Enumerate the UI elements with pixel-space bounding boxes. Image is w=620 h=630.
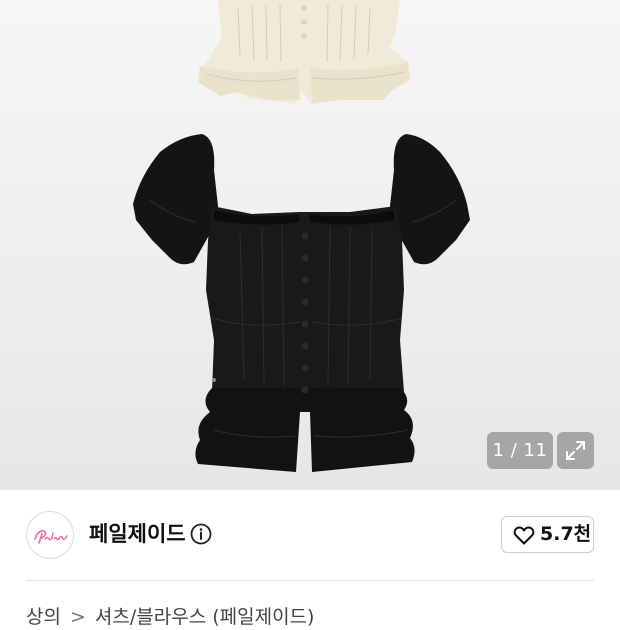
paljade-logo-icon: [34, 530, 68, 544]
image-page-counter: 1 / 11: [487, 432, 553, 469]
black-blouse-illustration: [133, 134, 470, 472]
brand-name[interactable]: 페일제이드: [89, 519, 186, 549]
cream-blouse-illustration: [198, 0, 410, 104]
expand-arrows-icon: [566, 441, 585, 460]
breadcrumb: 상의 > 셔츠/블라우스 (페일제이드): [26, 604, 314, 630]
product-image-gallery[interactable]: 1 / 11: [0, 0, 620, 490]
breadcrumb-item-subcategory[interactable]: 셔츠/블라우스 (페일제이드): [95, 606, 315, 628]
expand-image-button[interactable]: [557, 432, 594, 469]
like-button[interactable]: 5.7천: [501, 516, 594, 553]
like-count: 5.7천: [540, 523, 592, 545]
divider: [26, 580, 594, 581]
breadcrumb-separator: >: [69, 606, 86, 628]
brand-logo[interactable]: [26, 511, 74, 559]
breadcrumb-item-category[interactable]: 상의: [26, 606, 61, 628]
product-photo: [133, 0, 470, 472]
info-circle-icon[interactable]: [190, 523, 212, 545]
brand-row: 페일제이드 5.7천: [0, 490, 620, 580]
heart-outline-icon: [513, 526, 535, 545]
